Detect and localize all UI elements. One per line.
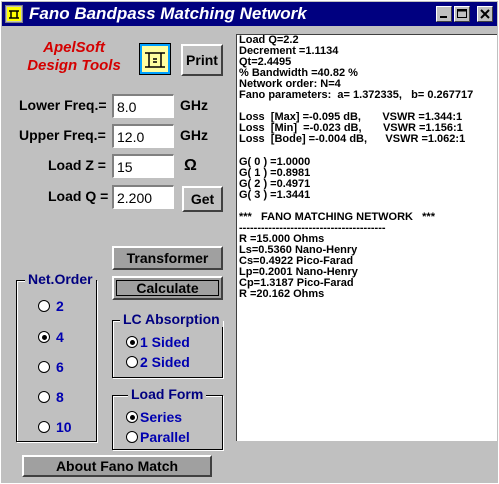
net-order-label-10: 10 [56,419,72,435]
results-line: R =20.162 Ohms [239,288,325,301]
results-line: Loss [Bode] =-0.004 dB, VSWR =1.062:1 [239,133,466,146]
results-line [237,145,497,156]
load-z-label: Load Z = [48,157,106,173]
radio-selected-icon [38,331,50,343]
lc-absorption-label-1: 1 Sided [140,334,190,350]
results-output[interactable]: Load Q=2.2 Decrement =1.1134 Qt=2.4495% Ba… [236,34,497,441]
net-order-label-8: 8 [56,389,64,405]
lc-absorption-label-2: 2 Sided [140,354,190,370]
brand-line-1: ApelSoft [43,39,105,56]
results-line: G( 2 ) =0.4971 [239,177,311,190]
maximize-icon [457,9,467,18]
transformer-button[interactable]: Transformer [112,246,223,270]
calculate-button[interactable]: Calculate [112,276,223,300]
load-form-title: Load Form [128,386,207,402]
load-form-label-series: Series [140,409,183,425]
circuit-logo-icon [139,43,171,75]
brand-line-2: Design Tools [27,57,121,74]
app-icon[interactable] [5,5,23,23]
lower-freq-label: Lower Freq.= [19,97,107,113]
upper-freq-label: Upper Freq.= [19,127,106,143]
window-title: Fano Bandpass Matching Network [29,4,307,23]
close-button[interactable] [477,6,493,22]
results-line: G( 0 ) =1.0000 [239,155,311,168]
load-z-input[interactable]: 15 [112,154,174,178]
minimize-button[interactable] [436,6,452,22]
brand-text: ApelSoft Design Tools [19,39,129,75]
lower-freq-input[interactable]: 8.0 [112,94,174,118]
radio-selected-icon [126,336,138,348]
print-button[interactable]: Print [181,44,223,76]
radio-selected-icon [126,411,138,423]
net-order-label-2: 2 [56,298,64,314]
close-icon [480,9,490,19]
ohm-symbol: Ω [184,157,197,174]
net-order-title: Net.Order [25,271,96,287]
net-order-option-2[interactable]: 2 [38,298,64,314]
radio-button-icon [38,300,50,312]
get-button[interactable]: Get [182,186,223,212]
radio-button-icon [38,391,50,403]
net-order-label-6: 6 [56,359,64,375]
minimize-icon [440,16,447,18]
net-order-option-6[interactable]: 6 [38,359,64,375]
radio-button-icon [126,431,138,443]
radio-button-icon [126,356,138,368]
results-line: Fano parameters: a= 1.372335, b= 0.26771… [239,89,474,102]
app-window: Fano Bandpass Matching Network ApelSoft … [0,0,499,484]
net-order-label-4: 4 [56,329,64,345]
lc-absorption-title: LC Absorption [120,311,223,327]
results-text: Load Q=2.2 Decrement =1.1134 Qt=2.4495% Ba… [237,35,497,300]
lc-absorption-1-sided[interactable]: 1 Sided [126,334,190,350]
title-bar[interactable]: Fano Bandpass Matching Network [2,2,497,26]
upper-freq-unit: GHz [180,127,208,143]
radio-button-icon [38,361,50,373]
net-order-option-4[interactable]: 4 [38,329,64,345]
maximize-button[interactable] [454,6,470,22]
results-line: G( 3 ) =1.3441 [239,188,311,201]
lc-absorption-2-sided[interactable]: 2 Sided [126,354,190,370]
load-form-label-parallel: Parallel [140,429,190,445]
load-form-series[interactable]: Series [126,409,182,425]
radio-button-icon [38,421,50,433]
about-button[interactable]: About Fano Match [22,455,212,477]
results-line: G( 1 ) =0.8981 [239,166,311,179]
upper-freq-input[interactable]: 12.0 [112,124,174,148]
load-q-label: Load Q = [48,188,109,204]
load-form-parallel[interactable]: Parallel [126,429,190,445]
net-order-option-10[interactable]: 10 [38,419,72,435]
lower-freq-unit: GHz [180,97,208,113]
load-q-input[interactable]: 2.200 [112,185,174,209]
net-order-option-8[interactable]: 8 [38,389,64,405]
